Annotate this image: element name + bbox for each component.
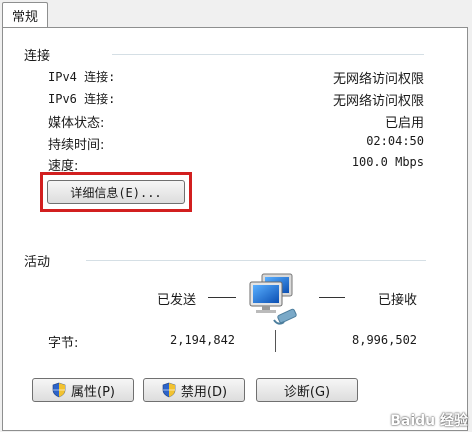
tab-strip: 常规 (0, 0, 472, 28)
baidu-watermark: Baidu 经验 (390, 410, 468, 430)
received-label: 已接收 (378, 293, 418, 308)
media-state-label: 媒体状态: (48, 116, 105, 131)
ipv4-label: IPv4 连接: (48, 70, 116, 84)
ipv6-label: IPv6 连接: (48, 92, 116, 106)
details-button-label: 详细信息(E)... (70, 185, 162, 200)
uac-shield-icon (52, 382, 66, 398)
duration-value: 02:04:50 (366, 134, 424, 148)
sent-line (208, 297, 236, 298)
properties-button-label: 属性(P) (71, 384, 115, 400)
properties-button[interactable]: 属性(P) (32, 378, 134, 402)
received-line (319, 297, 345, 298)
ipv6-value: 无网络访问权限 (332, 94, 424, 109)
bytes-sent-value: 2,194,842 (170, 333, 236, 347)
disable-button-label: 禁用(D) (180, 384, 228, 400)
cable-line (275, 330, 276, 352)
bytes-label: 字节: (48, 336, 79, 351)
duration-label: 持续时间: (48, 138, 105, 153)
connection-heading: 连接 (24, 49, 51, 64)
speed-value: 100.0 Mbps (351, 155, 424, 169)
uac-shield-icon (162, 382, 176, 398)
watermark-text: Baidu 经验 (390, 413, 468, 429)
details-button[interactable]: 详细信息(E)... (47, 180, 185, 204)
properties-panel (2, 27, 468, 431)
tab-general-label: 常规 (11, 10, 38, 25)
connection-divider (112, 54, 424, 55)
tab-general[interactable]: 常规 (2, 2, 48, 28)
activity-divider (86, 260, 426, 261)
bytes-received-value: 8,996,502 (352, 333, 418, 347)
network-computers-icon (249, 273, 297, 325)
disable-button[interactable]: 禁用(D) (143, 378, 245, 402)
ipv4-value: 无网络访问权限 (332, 72, 424, 87)
media-state-value: 已启用 (384, 116, 424, 131)
diagnose-button-label: 诊断(G) (283, 384, 331, 400)
diagnose-button[interactable]: 诊断(G) (256, 378, 358, 402)
activity-heading: 活动 (24, 255, 51, 270)
sent-label: 已发送 (157, 293, 197, 308)
